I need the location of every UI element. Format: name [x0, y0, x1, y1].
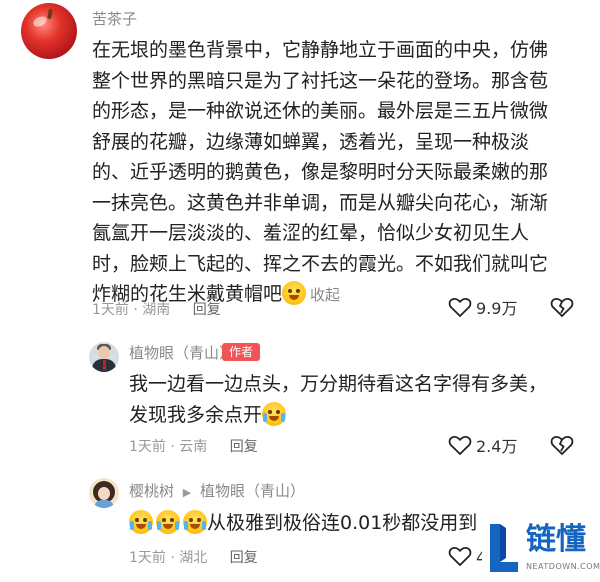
like-count: 9.9万: [476, 299, 518, 318]
author-badge: 作者: [222, 343, 260, 361]
comment-line: 舒展的花瓣，边缘薄如蝉翼，透着光，呈现一种极淡: [92, 130, 530, 153]
dislike-broken-heart-icon[interactable]: [550, 434, 574, 456]
comment-meta: 1天前 · 湖北 回复: [129, 548, 258, 568]
comment-line: 我一边看一边点头，万分期待看这名字得有多美，: [129, 373, 548, 395]
comment-line: 一抹亮色。这黄色并非单调，而是从瓣尖向花心，渐渐: [92, 191, 549, 214]
comment-username[interactable]: 樱桃树: [129, 482, 174, 500]
avatar[interactable]: [21, 3, 77, 59]
crying-laughing-emoji-icon: [129, 510, 153, 534]
comment-time: 1天前: [92, 302, 129, 318]
watermark-site: NEATDOWN.COM: [526, 562, 600, 571]
like-heart-icon[interactable]: [448, 434, 472, 456]
comment-body: 在无垠的墨色背景中，它静静地立于画面的中央，仿佛 整个世界的黑暗只是为了衬托这一…: [92, 35, 592, 311]
dislike-broken-heart-icon[interactable]: [550, 296, 574, 318]
like-heart-icon[interactable]: [448, 296, 472, 318]
comment-line: 氤氲开一层淡淡的、羞涩的红晕，恰似少女初见生人: [92, 222, 530, 244]
comment-line: 的、近乎透明的鹅黄色，像是黎明时分天际最柔嫩的那: [92, 161, 549, 183]
reply-header: 樱桃树 ▶ 植物眼（青山）: [129, 481, 305, 503]
apple-highlight: [31, 14, 49, 29]
reply-arrow-icon: ▶: [182, 486, 192, 499]
comment-location: 云南: [179, 439, 208, 455]
comment-meta: 1天前 · 湖南 回复: [92, 300, 221, 320]
crying-laughing-emoji-icon: [156, 510, 180, 534]
comment-line-last: 发现我多余点开: [129, 400, 589, 431]
watermark-brand: 链懂: [526, 522, 586, 557]
comment-line: 的形态，是一种欲说还休的美丽。最外层是三五片微微: [92, 100, 549, 122]
crying-laughing-emoji-icon: [262, 401, 287, 426]
meta-separator: ·: [170, 439, 175, 455]
comment-line: 整个世界的黑暗只是为了衬托这一朵花的登场。那含苞: [92, 69, 549, 92]
smiling-emoji-icon: [282, 281, 307, 305]
meta-separator: ·: [170, 550, 175, 566]
reply-to-username[interactable]: 植物眼（青山）: [200, 482, 305, 500]
comment-line: 在无垠的墨色背景中，它静静地立于画面的中央，仿佛: [92, 39, 549, 61]
comment-username[interactable]: 植物眼（青山）: [129, 343, 234, 363]
watermark: 链懂 NEATDOWN.COM: [482, 518, 600, 582]
like-heart-icon[interactable]: [448, 545, 472, 567]
like-count: 2.4万: [476, 437, 518, 456]
comment-location: 湖北: [179, 550, 208, 566]
comment-line: 时，脸颊上飞起的、挥之不去的霞光。不如我们就叫它: [92, 252, 549, 275]
avatar[interactable]: [89, 342, 119, 372]
reply-button[interactable]: 回复: [193, 302, 221, 318]
comment-body: 从极雅到极俗连0.01秒都没用到: [129, 508, 489, 539]
comment-username[interactable]: 苦茶子: [92, 9, 137, 29]
comment-location: 湖南: [142, 302, 171, 318]
comment-meta: 1天前 · 云南 回复: [129, 437, 258, 457]
collapse-button[interactable]: 收起: [310, 286, 340, 304]
watermark-logo-icon: [490, 524, 518, 572]
comment-line: 从极雅到极俗连0.01秒都没用到: [207, 512, 478, 534]
reply-button[interactable]: 回复: [230, 550, 258, 566]
comment-line: 发现我多余点开: [129, 403, 263, 426]
crying-laughing-emoji-icon: [183, 510, 207, 534]
comment-time: 1天前: [129, 439, 166, 455]
comment-body: 我一边看一边点头，万分期待看这名字得有多美， 发现我多余点开: [129, 369, 589, 430]
meta-separator: ·: [133, 302, 138, 318]
avatar[interactable]: [89, 478, 119, 508]
comment-time: 1天前: [129, 550, 166, 566]
reply-button[interactable]: 回复: [230, 439, 258, 455]
apple-stem: [47, 8, 53, 20]
